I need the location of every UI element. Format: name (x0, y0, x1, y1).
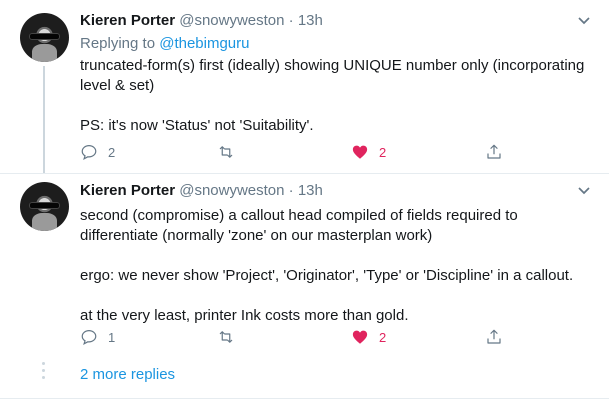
timestamp[interactable]: 13h (298, 182, 323, 199)
action-bar: 1 2 (80, 327, 595, 347)
share-button[interactable] (485, 327, 503, 347)
like-button[interactable]: 2 (351, 142, 386, 162)
thread-line (43, 66, 45, 173)
action-bar: 2 2 (80, 142, 595, 162)
share-button[interactable] (485, 142, 503, 162)
tweet[interactable]: Kieren Porter @snowyweston · 13h Replyin… (0, 0, 609, 173)
tweet[interactable]: Kieren Porter @snowyweston · 13h second … (0, 173, 609, 350)
author-handle[interactable]: @snowyweston (179, 12, 284, 29)
author-name[interactable]: Kieren Porter (80, 182, 175, 199)
tweet-text: second (compromise) a callout head compi… (80, 206, 595, 326)
replying-to-link[interactable]: @thebimguru (159, 35, 249, 52)
author-handle[interactable]: @snowyweston (179, 182, 284, 199)
like-count: 2 (379, 144, 387, 160)
tweet-paragraph: second (compromise) a callout head compi… (80, 207, 518, 244)
tweet-paragraph: truncated-form(s) first (ideally) showin… (80, 57, 585, 94)
divider (0, 398, 609, 399)
reply-button[interactable]: 1 (80, 327, 115, 347)
chevron-down-icon[interactable] (577, 183, 591, 197)
share-icon (487, 329, 501, 344)
reply-icon (81, 145, 97, 160)
tweet-header: Kieren Porter @snowyweston · 13h (80, 11, 323, 31)
reply-count: 2 (108, 144, 116, 160)
retweet-icon (219, 331, 233, 343)
tweet-paragraph: PS: it's now 'Status' not 'Suitability'. (80, 117, 314, 134)
timestamp[interactable]: 13h (298, 12, 323, 29)
tweet-text: truncated-form(s) first (ideally) showin… (80, 56, 595, 136)
replying-prefix: Replying to (80, 35, 160, 52)
like-count: 2 (379, 329, 387, 345)
chevron-down-icon[interactable] (577, 13, 591, 27)
more-replies-link[interactable]: 2 more replies (80, 366, 175, 383)
retweet-button[interactable] (217, 142, 245, 162)
separator-dot: · (288, 12, 294, 29)
like-button[interactable]: 2 (351, 327, 386, 347)
retweet-button[interactable] (217, 327, 245, 347)
reply-count: 1 (108, 329, 116, 345)
replying-to: Replying to @thebimguru (80, 35, 250, 52)
retweet-icon (219, 146, 233, 158)
reply-button[interactable]: 2 (80, 142, 115, 162)
avatar[interactable] (20, 13, 69, 62)
avatar[interactable] (20, 182, 69, 231)
tweet-paragraph: at the very least, printer Ink costs mor… (80, 307, 409, 324)
share-icon (487, 144, 501, 159)
tweet-header: Kieren Porter @snowyweston · 13h (80, 181, 323, 201)
thread-more-dots (42, 362, 45, 386)
author-name[interactable]: Kieren Porter (80, 12, 175, 29)
separator-dot: · (288, 182, 294, 199)
heart-icon (352, 330, 368, 344)
reply-icon (81, 330, 97, 345)
heart-icon (352, 145, 368, 159)
tweet-paragraph: ergo: we never show 'Project', 'Originat… (80, 267, 574, 284)
